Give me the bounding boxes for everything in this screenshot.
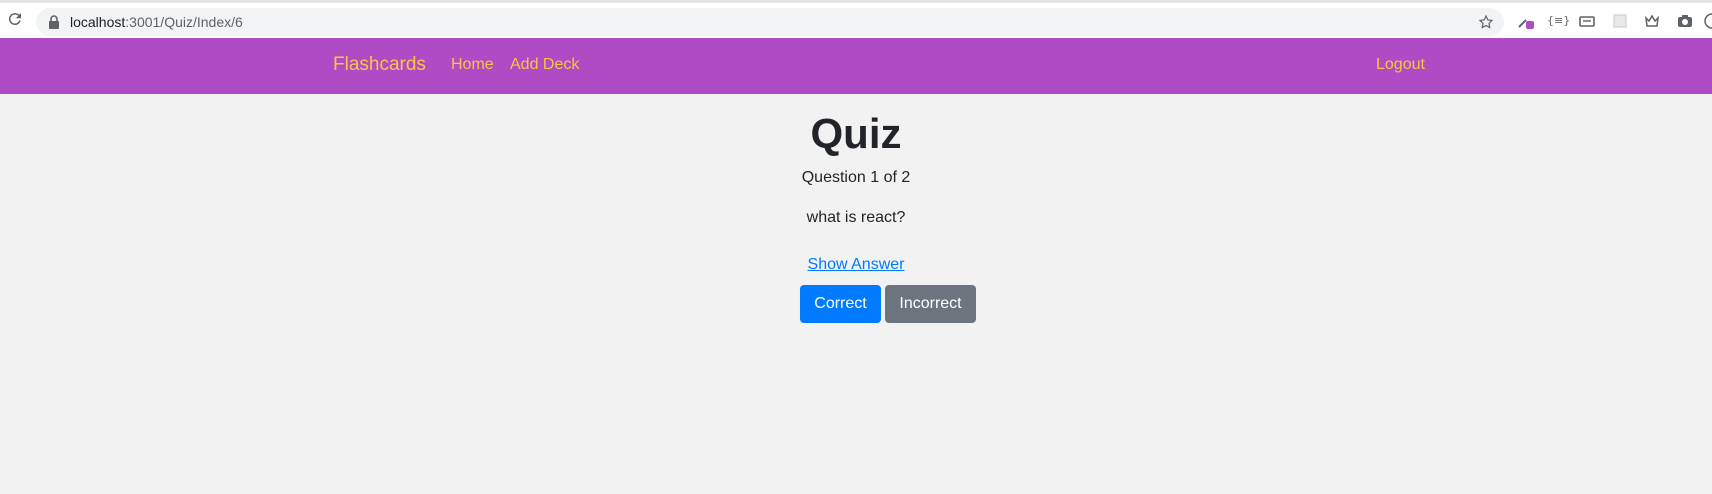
url-path: :3001/Quiz/Index/6 [125, 14, 243, 30]
address-bar[interactable]: localhost:3001/Quiz/Index/6 [36, 8, 1504, 36]
question-counter: Question 1 of 2 [801, 169, 911, 186]
url-text[interactable]: localhost:3001/Quiz/Index/6 [70, 14, 243, 30]
bookmark-star-icon[interactable] [1478, 14, 1494, 30]
grid-icon[interactable] [1611, 12, 1629, 30]
camera-icon[interactable] [1676, 12, 1694, 30]
nav-home-link[interactable]: Home [451, 56, 494, 74]
show-answer-row: Show Answer [0, 256, 1712, 274]
eyedropper-icon[interactable] [1516, 12, 1534, 30]
json-icon[interactable]: {≡} [1547, 12, 1570, 30]
page-title: Quiz [810, 110, 902, 157]
nav-logout-link[interactable]: Logout [1376, 56, 1425, 74]
question-text: what is react? [806, 209, 906, 226]
reload-icon[interactable] [6, 10, 24, 28]
reader-icon[interactable] [1578, 12, 1596, 30]
incorrect-button[interactable]: Incorrect [885, 285, 976, 323]
browser-toolbar: localhost:3001/Quiz/Index/6 {≡} [0, 0, 1712, 38]
app-navbar: Flashcards Home Add Deck Logout [0, 38, 1712, 94]
brand-link[interactable]: Flashcards [333, 54, 426, 76]
profile-icon[interactable] [1703, 12, 1712, 30]
nav-add-deck-link[interactable]: Add Deck [510, 56, 579, 74]
correct-button[interactable]: Correct [800, 285, 881, 323]
crown-icon[interactable] [1643, 12, 1661, 30]
url-host: localhost [70, 14, 126, 30]
lock-icon[interactable] [48, 15, 60, 29]
show-answer-link[interactable]: Show Answer [808, 256, 905, 273]
